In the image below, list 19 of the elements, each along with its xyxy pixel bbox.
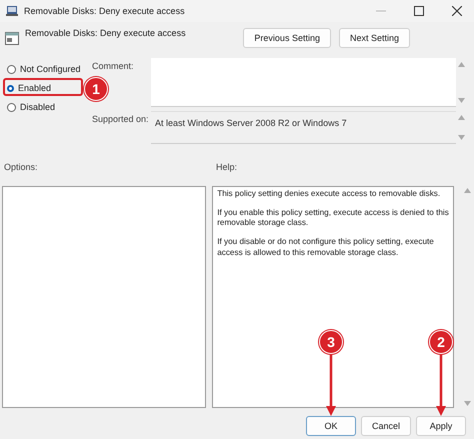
dialog-button[interactable]: Cancel xyxy=(361,416,411,436)
window-title: Removable Disks: Deny execute access xyxy=(24,6,185,16)
field-label: Comment: xyxy=(92,61,135,72)
radio-option[interactable]: Enabled xyxy=(4,83,52,93)
help-text: If you enable this policy setting, execute access is denied to this removable storage class. xyxy=(217,208,450,229)
supported-on-field: At least Windows Server 2008 R2 or Windows 7 xyxy=(151,111,456,144)
dialog-button[interactable]: OK xyxy=(306,416,356,436)
section-label: Help: xyxy=(216,162,238,174)
nav-button[interactable]: Previous Setting xyxy=(243,28,331,48)
policy-title: Removable Disks: Deny execute access xyxy=(25,28,186,38)
step-badge: 1 xyxy=(84,77,108,101)
help-text: If you disable or do not configure this policy setting, execute access is allowed to this removable storage class. xyxy=(217,236,435,258)
dialog-button[interactable]: Apply xyxy=(416,416,466,436)
nav-button[interactable]: Next Setting xyxy=(338,28,410,48)
field-label: Supported on: xyxy=(92,114,150,125)
section-label: Options: xyxy=(4,162,39,174)
radio-option[interactable]: Not Configured xyxy=(4,64,81,74)
help-text: This policy setting denies execute access to removable disks. xyxy=(217,189,442,200)
radio-option[interactable]: Disabled xyxy=(4,102,56,112)
